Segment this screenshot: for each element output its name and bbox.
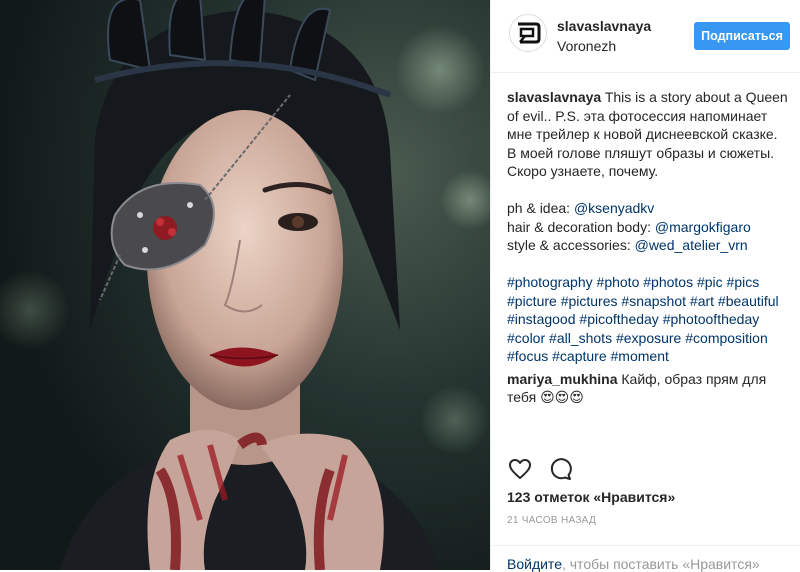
- hashtag-link[interactable]: #art: [690, 293, 714, 309]
- hashtag-link[interactable]: #instagood: [507, 311, 576, 327]
- mention-link[interactable]: @ksenyadkv: [574, 200, 654, 216]
- mention-link[interactable]: @margokfigaro: [655, 219, 751, 235]
- hashtags: #photography #photo #photos #pic #pics #…: [507, 273, 793, 366]
- hashtag-link[interactable]: #pictures: [561, 293, 618, 309]
- hashtag-link[interactable]: #capture: [552, 348, 606, 364]
- mention-link[interactable]: @wed_atelier_vrn: [635, 237, 748, 253]
- hashtag-link[interactable]: #photos: [643, 274, 693, 290]
- credit-label: style & accessories:: [507, 237, 631, 253]
- hashtag-link[interactable]: #composition: [685, 330, 768, 346]
- hashtag-link[interactable]: #color: [507, 330, 545, 346]
- hashtag-link[interactable]: #all_shots: [549, 330, 612, 346]
- hashtag-link[interactable]: #pic: [697, 274, 723, 290]
- hashtag-link[interactable]: #exposure: [616, 330, 681, 346]
- avatar[interactable]: [509, 14, 547, 52]
- caption: slavaslavnaya This is a story about a Qu…: [507, 88, 793, 144]
- post-location[interactable]: Voronezh: [557, 38, 616, 54]
- hashtag-link[interactable]: #snapshot: [621, 293, 686, 309]
- post-header: slavaslavnaya Voronezh Подписаться: [491, 0, 800, 73]
- credit-line: hair & decoration body: @margokfigaro: [507, 218, 793, 237]
- caption-line: В моей голове пляшут образы и сюжеты.: [507, 144, 775, 161]
- hashtag-link[interactable]: #focus: [507, 348, 548, 364]
- hashtag-link[interactable]: #moment: [611, 348, 669, 364]
- credit-label: hair & decoration body:: [507, 218, 651, 235]
- hashtag-link[interactable]: #picture: [507, 293, 557, 309]
- hashtag-link[interactable]: #photooftheday: [663, 311, 760, 327]
- hashtag-link[interactable]: #picoftheday: [579, 311, 658, 327]
- heart-outline-icon[interactable]: [507, 456, 533, 487]
- login-prompt: Войдите, чтобы поставить «Нравится»: [491, 545, 800, 572]
- credit-line: style & accessories: @wed_atelier_vrn: [507, 236, 793, 255]
- post-timestamp: 21 часов назад: [507, 515, 597, 526]
- post-sidebar: slavaslavnaya Voronezh Подписаться slava…: [491, 0, 800, 572]
- credit-label: ph & idea:: [507, 200, 571, 216]
- speech-bubble-icon[interactable]: [548, 456, 574, 487]
- comment: mariya_mukhina Кайф, образ прям для тебя…: [507, 370, 793, 407]
- credit-line: ph & idea: @ksenyadkv: [507, 199, 793, 218]
- caption-username[interactable]: slavaslavnaya: [507, 89, 601, 105]
- hashtag-link[interactable]: #photo: [597, 274, 640, 290]
- comment-username[interactable]: mariya_mukhina: [507, 371, 618, 387]
- post-photo[interactable]: [0, 0, 490, 570]
- hashtag-link[interactable]: #beautiful: [718, 293, 779, 309]
- hashtag-link[interactable]: #photography: [507, 274, 593, 290]
- follow-button[interactable]: Подписаться: [694, 22, 790, 50]
- comments-section: slavaslavnaya This is a story about a Qu…: [507, 88, 793, 407]
- action-bar: [491, 454, 800, 486]
- likes-count[interactable]: 123 отметок «Нравится»: [507, 489, 675, 505]
- caption-line: Скоро узнаете, почему.: [507, 163, 659, 179]
- hashtag-link[interactable]: #pics: [727, 274, 760, 290]
- post-username[interactable]: slavaslavnaya: [557, 18, 651, 34]
